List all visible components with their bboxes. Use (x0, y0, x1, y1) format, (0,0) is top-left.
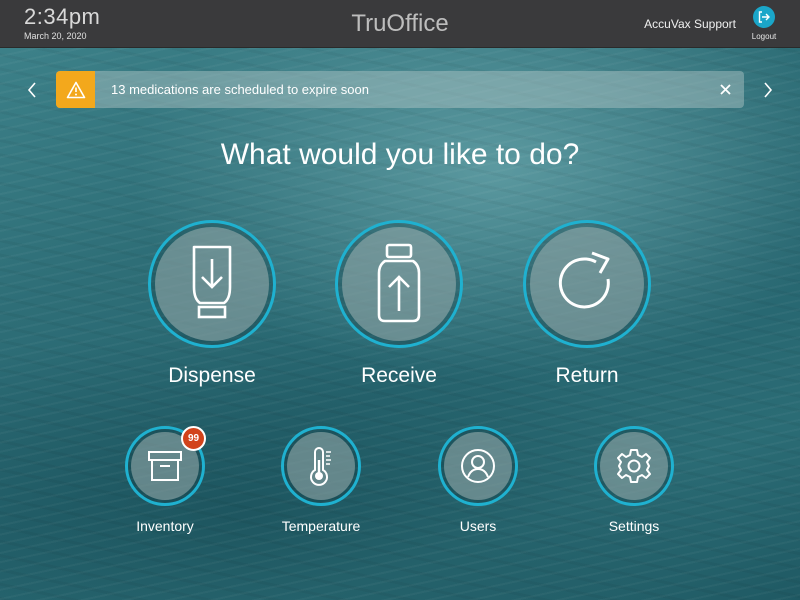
return-label: Return (555, 364, 619, 387)
support-link[interactable]: AccuVax Support (644, 17, 736, 31)
logout-icon (753, 6, 775, 28)
user-icon (461, 449, 495, 483)
settings-circle[interactable] (594, 426, 674, 506)
inventory-box-icon (148, 451, 182, 481)
inventory-circle[interactable]: 99 (125, 426, 206, 506)
return-button[interactable]: Return (512, 220, 662, 388)
top-bar: 2:34pm March 20, 2020 TruOffice AccuVax … (0, 0, 800, 48)
thermometer-icon (310, 447, 331, 486)
chevron-left-icon (27, 82, 36, 98)
dispense-button[interactable]: Dispense (137, 220, 287, 388)
receive-label: Receive (361, 364, 437, 387)
users-label: Users (459, 518, 497, 534)
alert-prev-button[interactable] (22, 78, 42, 102)
logout-label: Logout (751, 32, 777, 41)
inventory-badge: 99 (181, 426, 206, 451)
dispense-icon (192, 245, 232, 319)
logout-button[interactable]: Logout (748, 6, 780, 41)
receive-icon (377, 243, 421, 323)
gear-icon (617, 449, 651, 483)
dispense-label: Dispense (168, 364, 256, 387)
close-icon[interactable] (718, 82, 732, 96)
alert-message: 13 medications are scheduled to expire s… (111, 82, 369, 97)
settings-button[interactable]: Settings (574, 426, 694, 534)
inventory-button[interactable]: 99 Inventory (105, 426, 225, 534)
temperature-circle[interactable] (281, 426, 361, 506)
temperature-label: Temperature (281, 518, 361, 534)
receive-circle[interactable] (335, 220, 463, 348)
chevron-right-icon (764, 82, 773, 98)
users-circle[interactable] (438, 426, 518, 506)
temperature-button[interactable]: Temperature (261, 426, 381, 534)
settings-label: Settings (608, 518, 660, 534)
return-circle[interactable] (523, 220, 651, 348)
dispense-circle[interactable] (148, 220, 276, 348)
expiry-alert: 13 medications are scheduled to expire s… (56, 71, 744, 108)
return-icon (558, 251, 610, 309)
page-heading: What would you like to do? (220, 138, 580, 171)
inventory-label: Inventory (136, 518, 194, 534)
users-button[interactable]: Users (418, 426, 538, 534)
receive-button[interactable]: Receive (324, 220, 474, 388)
alert-next-button[interactable] (758, 78, 778, 102)
warning-icon (56, 71, 95, 108)
